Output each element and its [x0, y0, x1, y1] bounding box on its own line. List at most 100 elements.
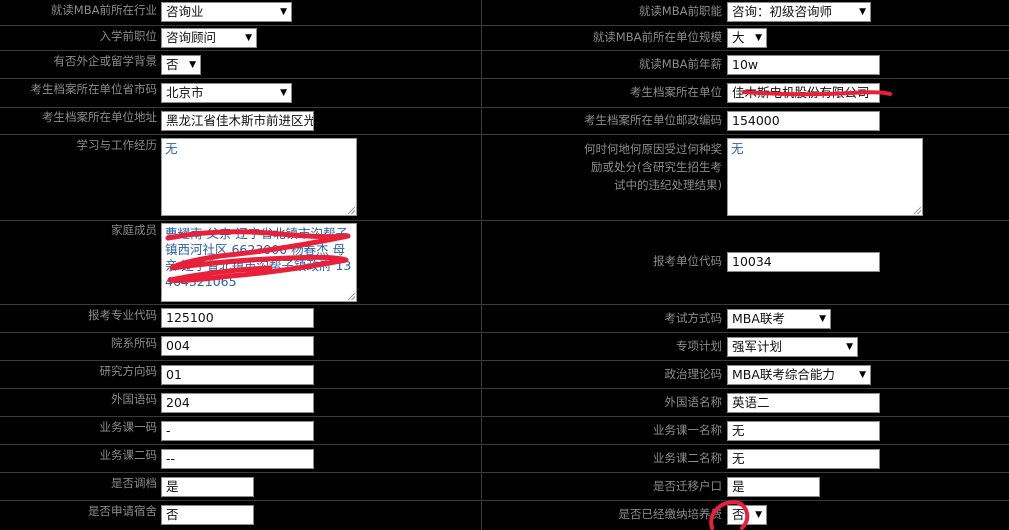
experience-label: 学习与工作经历 [76, 138, 158, 152]
course2-code-label: 业务课二码 [99, 448, 158, 462]
dropdown-arrow-icon: ▼ [846, 342, 853, 352]
archive-unit-label: 考生档案所在单位 [630, 85, 722, 99]
row-divider [0, 107, 1009, 108]
foreign-lang-code-input[interactable]: 204 [161, 393, 314, 413]
special-plan-value: 强军计划 [732, 339, 783, 354]
function-label: 就读MBA前职能 [638, 4, 722, 18]
politics-label: 政治理论码 [664, 367, 723, 381]
family-label: 家庭成员 [111, 223, 157, 237]
dropdown-arrow-icon: ▼ [280, 7, 287, 17]
scale-label: 就读MBA前所在单位规模 [592, 30, 722, 44]
dropdown-arrow-icon: ▼ [189, 60, 196, 70]
dorm-input[interactable]: 否 [161, 505, 254, 525]
punishment-value: 无 [731, 141, 744, 156]
dropdown-arrow-icon: ▼ [819, 314, 826, 324]
dropdown-arrow-icon: ▼ [280, 88, 287, 98]
scale-value: 大 [732, 30, 745, 45]
experience-value: 无 [165, 141, 178, 156]
salary-label: 就读MBA前年薪 [638, 57, 722, 71]
industry-value: 咨询业 [166, 4, 204, 19]
resize-grip-icon[interactable] [348, 293, 355, 300]
family-value: 曹耀南 父亲 辽宁省北镇市沟帮子镇西河社区 6623000 杨春杰 母亲 辽宁省… [165, 226, 352, 289]
industry-label: 就读MBA前所在行业 [50, 3, 157, 17]
foreign-lang-name-label: 外国语名称 [664, 395, 723, 409]
row-divider [0, 25, 1009, 26]
column-divider [481, 0, 482, 530]
direction-code-label: 研究方向码 [99, 364, 158, 378]
dropdown-arrow-icon: ▼ [755, 33, 762, 43]
row-divider [0, 416, 1009, 417]
foreign-lang-name-input[interactable]: 英语二 [727, 393, 880, 413]
row-divider [0, 78, 1009, 79]
course1-code-label: 业务课一码 [99, 420, 158, 434]
hukou-label: 是否迁移户口 [653, 479, 722, 493]
archive-province-select[interactable]: 北京市 ▼ [161, 83, 292, 103]
adjust-input[interactable]: 是 [161, 477, 254, 497]
major-code-label: 报考专业代码 [88, 308, 157, 322]
row-divider [0, 388, 1009, 389]
politics-select[interactable]: MBA联考综合能力 ▼ [727, 365, 871, 385]
adjust-label: 是否调档 [111, 476, 157, 490]
dropdown-arrow-icon: ▼ [859, 7, 866, 17]
hukou-input[interactable]: 是 [727, 477, 820, 497]
dropdown-arrow-icon: ▼ [245, 33, 252, 43]
dropdown-arrow-icon: ▼ [755, 510, 762, 520]
dorm-label: 是否申请宿舍 [88, 504, 157, 518]
major-code-input[interactable]: 125100 [161, 308, 314, 328]
dept-code-label: 院系所码 [111, 336, 157, 350]
archive-unit-input[interactable]: 佳木斯电机股份有限公司 [727, 83, 880, 103]
postcode-label: 考生档案所在单位邮政编码 [584, 113, 722, 127]
foreign-background-value: 否 [166, 57, 179, 72]
exam-method-select[interactable]: MBA联考 ▼ [727, 309, 831, 329]
paid-select[interactable]: 否 ▼ [727, 505, 767, 525]
position-label: 入学前职位 [99, 29, 158, 43]
paid-label: 是否已经缴纳培养费 [618, 507, 723, 521]
course2-name-input[interactable]: 无 [727, 449, 880, 469]
special-plan-select[interactable]: 强军计划 ▼ [727, 337, 858, 357]
experience-textarea[interactable]: 无 [161, 138, 357, 216]
course1-code-input[interactable]: - [161, 421, 314, 441]
archive-address-input[interactable]: 黑龙江省佳木斯市前进区光 [161, 111, 314, 131]
unit-code-input[interactable]: 10034 [727, 252, 880, 272]
archive-province-label: 考生档案所在单位省市码 [30, 82, 158, 96]
resize-grip-icon[interactable] [914, 207, 921, 214]
paid-value: 否 [732, 507, 745, 522]
family-textarea[interactable]: 曹耀南 父亲 辽宁省北镇市沟帮子镇西河社区 6623000 杨春杰 母亲 辽宁省… [161, 223, 357, 302]
special-plan-label: 专项计划 [676, 339, 722, 353]
position-value: 咨询顾问 [166, 30, 217, 45]
archive-province-value: 北京市 [166, 85, 204, 100]
dept-code-input[interactable]: 004 [161, 336, 314, 356]
row-divider [0, 220, 1009, 221]
row-divider [0, 50, 1009, 51]
foreign-background-label: 有否外企或留学背景 [53, 54, 158, 68]
salary-input[interactable]: 10w [727, 55, 880, 75]
course1-name-input[interactable]: 无 [727, 421, 880, 441]
function-value: 咨询：初级咨询师 [732, 4, 833, 19]
unit-code-label: 报考单位代码 [653, 254, 722, 268]
politics-value: MBA联考综合能力 [732, 367, 835, 382]
course1-name-label: 业务课一名称 [653, 423, 722, 437]
exam-method-label: 考试方式码 [664, 311, 723, 325]
course2-name-label: 业务课二名称 [653, 451, 722, 465]
position-select[interactable]: 咨询顾问 ▼ [161, 28, 257, 48]
course2-code-input[interactable]: -- [161, 449, 314, 469]
foreign-lang-code-label: 外国语码 [111, 392, 157, 406]
scale-select[interactable]: 大 ▼ [727, 28, 767, 48]
row-divider [0, 472, 1009, 473]
direction-code-input[interactable]: 01 [161, 365, 314, 385]
foreign-background-select[interactable]: 否 ▼ [161, 55, 201, 75]
function-select[interactable]: 咨询：初级咨询师 ▼ [727, 2, 871, 22]
exam-method-value: MBA联考 [732, 311, 785, 326]
dropdown-arrow-icon: ▼ [859, 370, 866, 380]
archive-address-label: 考生档案所在单位地址 [42, 110, 157, 124]
row-divider [0, 444, 1009, 445]
row-divider [0, 304, 1009, 305]
punishment-textarea[interactable]: 无 [727, 138, 923, 216]
punishment-label: 何时何地何原因受过何种奖励或处分(含研究生招生考试中的违纪处理结果) [584, 142, 722, 192]
row-divider [0, 500, 1009, 501]
row-divider [0, 332, 1009, 333]
industry-select[interactable]: 咨询业 ▼ [161, 2, 292, 22]
resize-grip-icon[interactable] [348, 207, 355, 214]
row-divider [0, 134, 1009, 135]
postcode-input[interactable]: 154000 [727, 111, 880, 131]
